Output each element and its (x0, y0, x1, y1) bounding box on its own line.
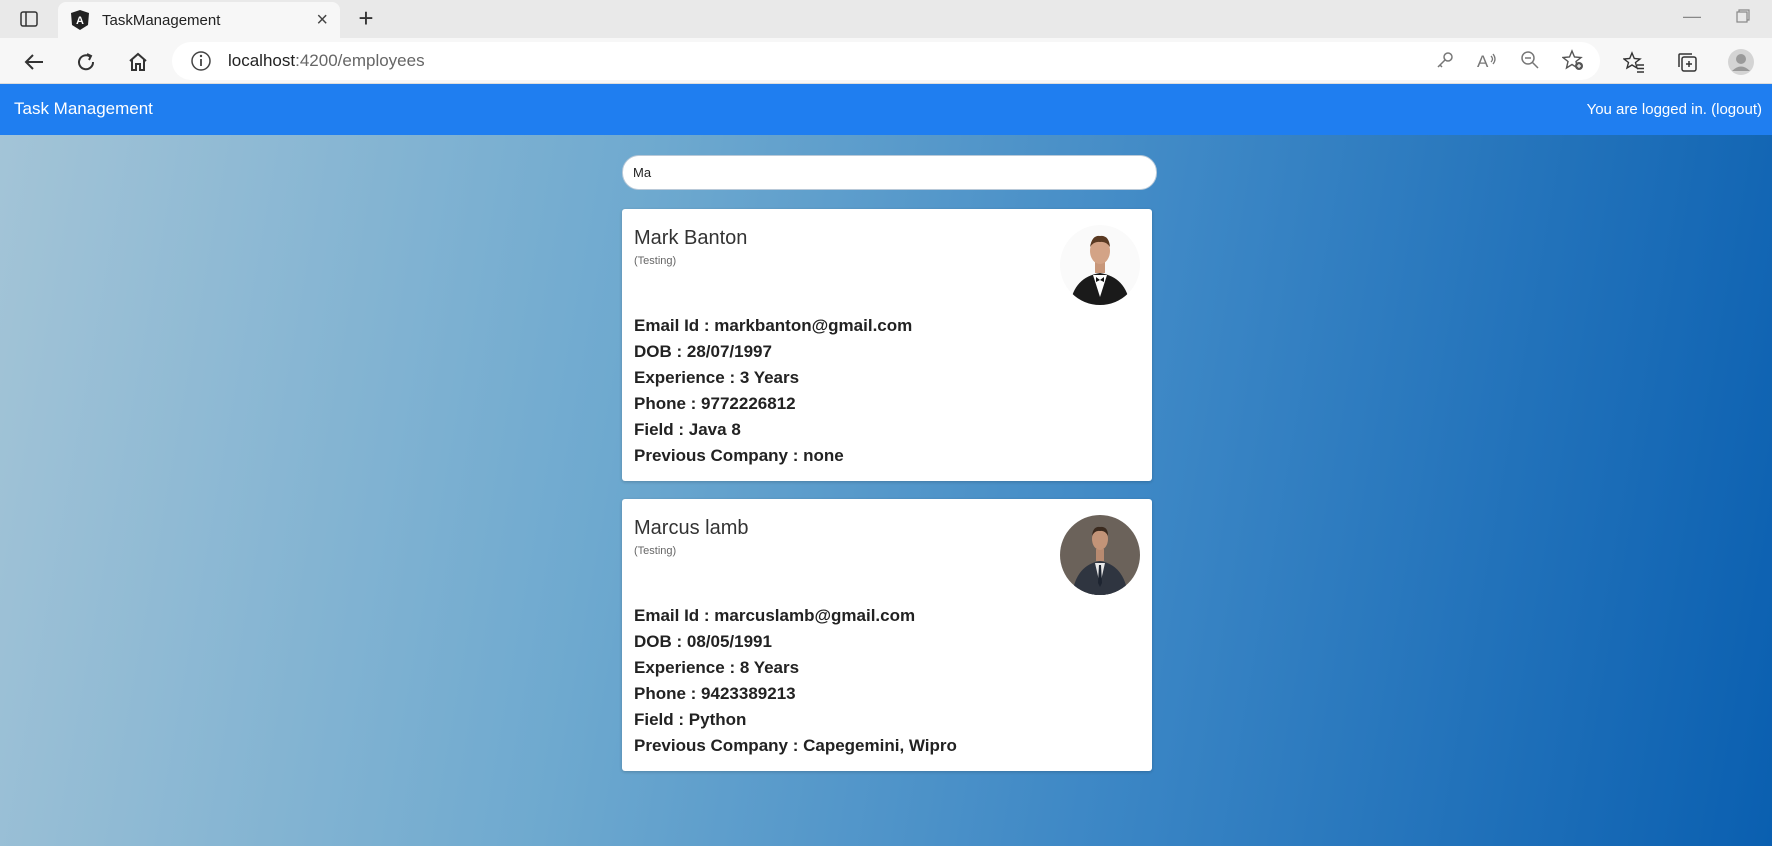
collections-icon[interactable] (1672, 47, 1702, 77)
address-bar[interactable]: localhost:4200/employees (172, 42, 1600, 80)
login-status-text: You are logged in. (1586, 101, 1707, 118)
employee-phone: Phone : 9772226812 (634, 394, 796, 413)
tab-close-icon[interactable]: × (316, 10, 328, 30)
employee-card: Mark Banton (Testing) Email Id : markban… (622, 209, 1152, 481)
browser-tab-bar: A TaskManagement × + — (0, 0, 1772, 38)
employee-field: Field : Python (634, 710, 747, 729)
tab-title: TaskManagement (102, 11, 221, 29)
minimize-icon[interactable]: — (1682, 6, 1702, 30)
favorites-icon[interactable] (1619, 47, 1649, 77)
employee-department: (Testing) (634, 255, 677, 267)
employee-name: Marcus lamb (634, 517, 749, 539)
search-input[interactable] (622, 155, 1157, 190)
employee-details: Email Id : markbanton@gmail.com DOB : 28… (634, 313, 912, 469)
key-icon[interactable] (1432, 47, 1458, 73)
new-tab-icon[interactable]: + (352, 5, 380, 33)
add-favorite-icon[interactable] (1560, 47, 1586, 73)
employee-email: Email Id : markbanton@gmail.com (634, 316, 913, 335)
employee-field: Field : Java 8 (634, 420, 741, 439)
login-status: You are logged in. (logout) (1587, 101, 1762, 118)
employee-details: Email Id : marcuslamb@gmail.com DOB : 08… (634, 603, 957, 759)
browser-toolbar: localhost:4200/employees A (0, 38, 1772, 84)
tab-actions-icon[interactable] (16, 8, 42, 30)
employee-experience: Experience : 8 Years (634, 658, 800, 677)
employee-name: Mark Banton (634, 227, 748, 249)
refresh-icon[interactable] (71, 47, 101, 77)
employee-previous-company: Previous Company : none (634, 446, 844, 465)
restore-icon[interactable] (1736, 9, 1750, 23)
employee-dob: DOB : 08/05/1991 (634, 632, 772, 651)
url-host: localhost (228, 51, 296, 70)
zoom-out-icon[interactable] (1517, 47, 1543, 73)
employee-phone: Phone : 9423389213 (634, 684, 796, 703)
read-aloud-icon[interactable]: A (1474, 47, 1500, 73)
svg-text:A: A (76, 15, 84, 27)
profile-avatar-icon[interactable] (1726, 47, 1756, 77)
employee-avatar (1060, 225, 1140, 305)
home-icon[interactable] (123, 47, 153, 77)
browser-tab[interactable]: A TaskManagement × (58, 2, 340, 38)
employee-experience: Experience : 3 Years (634, 368, 800, 387)
employee-card: Marcus lamb (Testing) Email Id : marcusl… (622, 499, 1152, 771)
svg-text:A: A (1477, 52, 1489, 70)
site-info-icon[interactable] (190, 50, 212, 72)
brand-title[interactable]: Task Management (14, 99, 153, 119)
app-navbar: Task Management You are logged in. (logo… (0, 84, 1772, 135)
back-icon[interactable] (19, 47, 49, 77)
employee-email: Email Id : marcuslamb@gmail.com (634, 606, 916, 625)
employee-previous-company: Previous Company : Capegemini, Wipro (634, 736, 957, 755)
logout-link[interactable]: (logout) (1711, 101, 1762, 118)
employee-avatar (1060, 515, 1140, 595)
employee-department: (Testing) (634, 545, 677, 557)
employee-list-area: Mark Banton (Testing) Email Id : markban… (0, 135, 1772, 846)
url-path: :4200/employees (295, 51, 425, 70)
angular-favicon-icon: A (70, 10, 90, 30)
employee-dob: DOB : 28/07/1997 (634, 342, 772, 361)
